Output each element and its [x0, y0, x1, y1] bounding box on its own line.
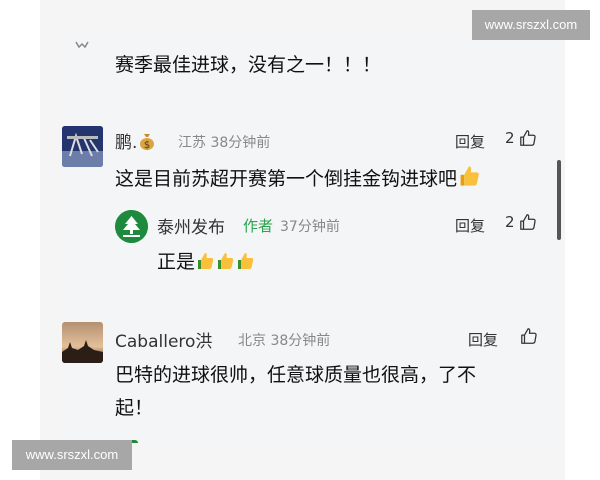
thumbs-up-outline-icon: [521, 328, 537, 344]
thumbs-up-outline-icon: [519, 130, 536, 146]
like-button[interactable]: 2: [505, 129, 537, 147]
reply-username[interactable]: 泰州发布: [157, 213, 225, 238]
svg-text:$: $: [144, 140, 150, 151]
comment-time: 38分钟前: [270, 333, 331, 349]
comment-meta: 江苏 38分钟前: [178, 132, 270, 152]
user-avatar[interactable]: [62, 126, 103, 167]
thumbs-up-emoji-icon: [198, 253, 214, 269]
scrollbar[interactable]: [557, 160, 561, 240]
author-avatar[interactable]: [115, 210, 148, 243]
watermark-top: www.srszxl.com: [472, 10, 590, 40]
reply-text-content: 正是: [157, 251, 196, 273]
thumbs-up-emoji-icon: [218, 253, 234, 269]
like-button[interactable]: 2: [505, 213, 537, 231]
comment-text: 这是目前苏超开赛第一个倒挂金钩进球吧: [115, 164, 481, 191]
reply-button[interactable]: 回复: [468, 329, 498, 350]
reply-button[interactable]: 回复: [455, 215, 485, 236]
user-avatar-partial[interactable]: [75, 40, 89, 50]
comment-location: 江苏: [178, 135, 206, 151]
comment-time: 38分钟前: [210, 135, 271, 151]
thumbs-up-outline-icon: [519, 214, 536, 230]
comment-location: 北京: [238, 333, 266, 349]
comment-username[interactable]: 鹏. $: [115, 128, 157, 153]
like-count: 2: [505, 129, 515, 147]
comment-text: 赛季最佳进球，没有之一！！！: [115, 54, 382, 76]
comment-meta: 北京 38分钟前: [238, 330, 330, 350]
username-text: 鹏.: [115, 133, 138, 153]
user-avatar[interactable]: [62, 322, 103, 363]
comment-username[interactable]: Caballero洪: [115, 327, 212, 352]
watermark-bottom: www.srszxl.com: [12, 440, 132, 470]
thumbs-up-emoji-icon: [460, 166, 479, 186]
comment-text-line-2: 起！: [115, 397, 154, 419]
comment-text-line-1: 巴特的进球很帅，任意球质量也很高，了不: [115, 364, 477, 386]
money-bag-icon: $: [140, 134, 155, 151]
reply-button[interactable]: 回复: [455, 131, 485, 152]
thumbs-up-emoji-icon: [238, 253, 254, 269]
comment-text-content: 这是目前苏超开赛第一个倒挂金钩进球吧: [115, 168, 458, 190]
like-count: 2: [505, 213, 515, 231]
author-tag: 作者: [243, 217, 274, 235]
reply-text: 正是: [157, 247, 255, 274]
like-button[interactable]: [520, 327, 538, 345]
reply-time: 37分钟前: [280, 219, 340, 235]
